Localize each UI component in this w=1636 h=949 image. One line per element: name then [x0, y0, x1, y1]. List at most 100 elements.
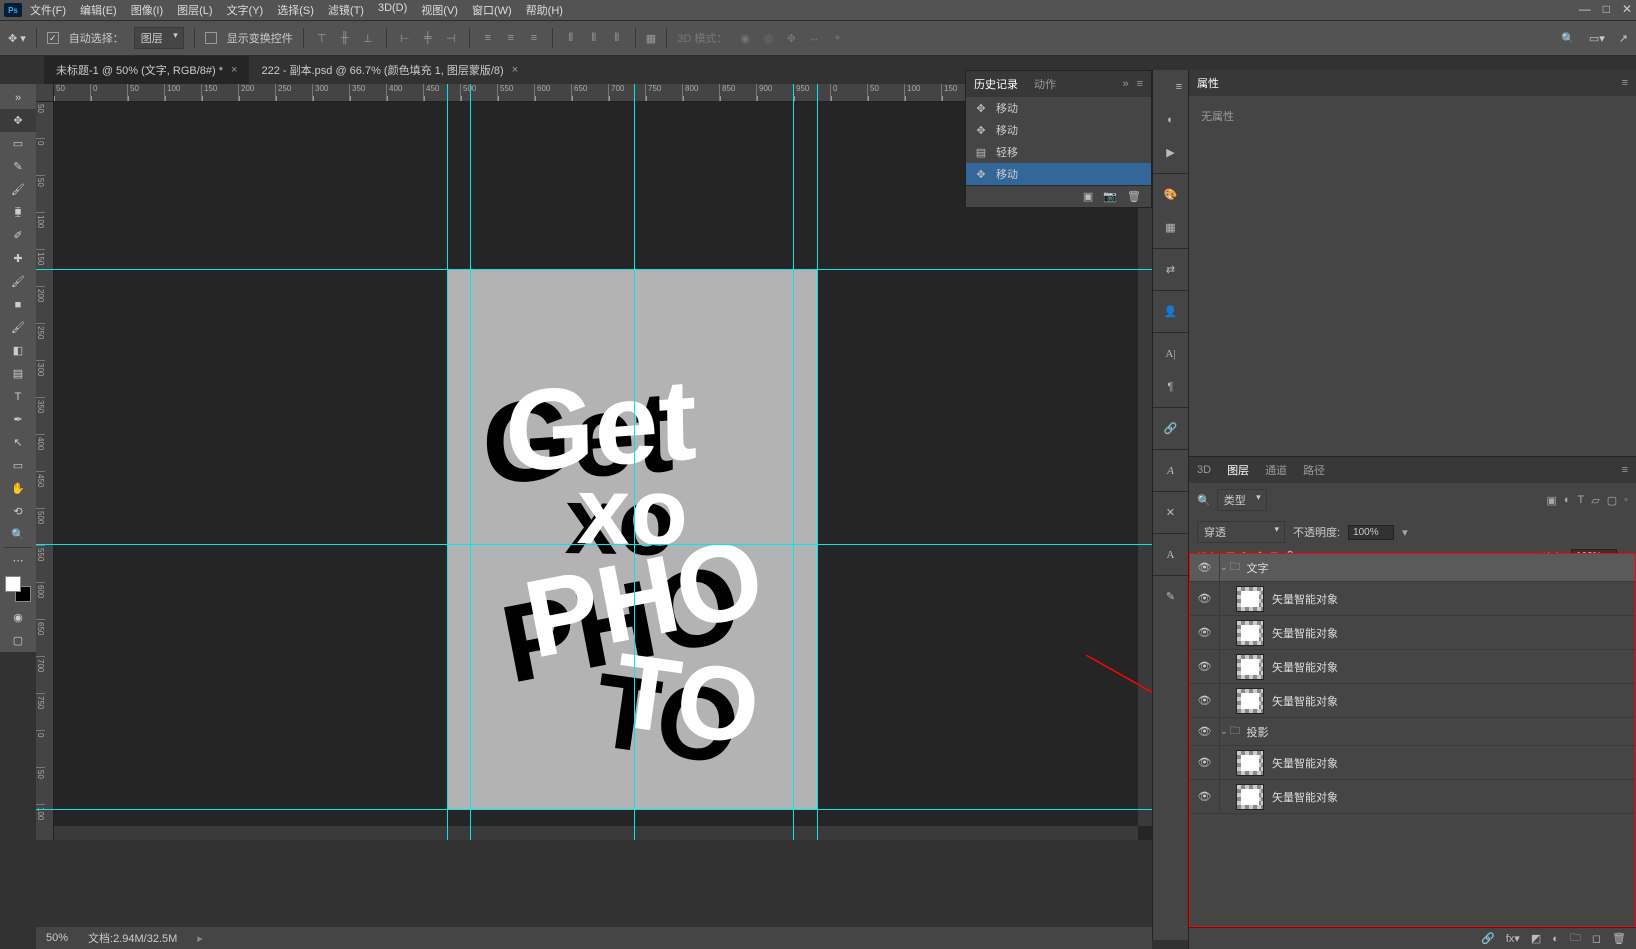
tab-close-icon[interactable]: × — [512, 64, 518, 76]
align-right-icon[interactable]: ⊣ — [443, 30, 459, 46]
layer-name[interactable]: 矢量智能对象 — [1272, 625, 1338, 641]
history-item[interactable]: ✥移动 — [966, 163, 1151, 185]
typekit-icon[interactable]: A — [1153, 538, 1188, 571]
layer-item[interactable]: 👁 矢量智能对象 — [1190, 582, 1635, 616]
visibility-icon[interactable]: 👁 — [1190, 616, 1220, 649]
history-item[interactable]: ▤轻移 — [966, 141, 1151, 163]
guide-h[interactable] — [36, 269, 1152, 270]
screenmode-tool[interactable]: ▢ — [0, 629, 36, 652]
visibility-icon[interactable]: 👁 — [1190, 582, 1220, 615]
menu-image[interactable]: 图像(I) — [131, 2, 163, 18]
rotate-view-tool[interactable]: ⟲ — [0, 500, 36, 523]
snapshot-icon[interactable]: 📷 — [1103, 190, 1117, 203]
dist-2-icon[interactable]: ≡ — [503, 30, 519, 46]
new-layer-icon[interactable]: ◻ — [1592, 932, 1601, 945]
doc-tab-1[interactable]: 未标题-1 @ 50% (文字, RGB/8#) * × — [44, 56, 249, 84]
hand-tool[interactable]: ✋ — [0, 477, 36, 500]
show-transform-checkbox[interactable] — [205, 32, 217, 44]
visibility-icon[interactable]: 👁 — [1190, 650, 1220, 683]
3d-zoom-icon[interactable]: ⌖ — [829, 30, 845, 46]
dist-1-icon[interactable]: ≡ — [480, 30, 496, 46]
status-chevron-icon[interactable]: ▸ — [197, 932, 203, 945]
opacity-input[interactable]: 100% — [1348, 525, 1394, 540]
auto-select-dropdown[interactable]: 图层 — [134, 27, 184, 49]
ruler-origin[interactable] — [36, 84, 54, 102]
filter-pixel-icon[interactable]: ▣ — [1546, 494, 1556, 507]
tab-properties[interactable]: 属性 — [1197, 75, 1219, 91]
tab-history[interactable]: 历史记录 — [974, 76, 1018, 92]
panel-collapse-icon[interactable]: » — [1122, 78, 1128, 90]
para-icon[interactable]: ¶ — [1153, 370, 1188, 403]
minimize-icon[interactable]: — — [1579, 2, 1591, 16]
filter-shape-icon[interactable]: ▱ — [1591, 494, 1599, 507]
layer-group[interactable]: 👁 ⌄ 🗀 投影 — [1190, 718, 1635, 746]
tab-3d[interactable]: 3D — [1197, 464, 1211, 476]
share-icon[interactable]: ↗ — [1619, 32, 1628, 45]
history-item[interactable]: ✥移动 — [966, 119, 1151, 141]
type-tool[interactable]: T — [0, 385, 36, 408]
history-item[interactable]: ✥移动 — [966, 97, 1151, 119]
maximize-icon[interactable]: □ — [1603, 2, 1610, 16]
tab-close-icon[interactable]: × — [231, 64, 237, 76]
play-icon[interactable]: ▶ — [1153, 136, 1188, 169]
link-layers-icon[interactable]: 🔗 — [1481, 932, 1495, 945]
zoom-level[interactable]: 50% — [46, 932, 68, 944]
vertical-ruler[interactable]: 5005010015020025030035040045050055060065… — [36, 102, 54, 840]
guide-v[interactable] — [470, 84, 471, 840]
quickmask-tool[interactable]: ◉ — [0, 606, 36, 629]
menu-select[interactable]: 选择(S) — [277, 2, 314, 18]
brush-panel-icon[interactable]: ✎ — [1153, 580, 1188, 613]
menu-window[interactable]: 窗口(W) — [472, 2, 512, 18]
guide-h[interactable] — [36, 544, 1152, 545]
layer-group[interactable]: 👁 ⌄ 🗀 文字 — [1190, 554, 1635, 582]
gradient-tool[interactable]: ▤ — [0, 362, 36, 385]
panel-menu-icon[interactable]: ≡ — [1153, 70, 1188, 103]
new-doc-from-state-icon[interactable]: ▣ — [1083, 190, 1093, 203]
toolbox-expand-icon[interactable]: » — [0, 86, 36, 109]
heal-tool[interactable]: ✚ — [0, 247, 36, 270]
expand-icon[interactable]: ⌄ — [1220, 562, 1228, 573]
guide-v[interactable] — [793, 84, 794, 840]
menu-layer[interactable]: 图层(L) — [177, 2, 212, 18]
foreground-color[interactable] — [5, 576, 21, 592]
marquee-tool[interactable]: ▭ — [0, 132, 36, 155]
auto-align-icon[interactable]: ▦ — [646, 32, 656, 45]
panel-menu-icon[interactable]: ≡ — [1137, 78, 1143, 90]
shape-tool[interactable]: ▭ — [0, 454, 36, 477]
align-hcenter-icon[interactable]: ╪ — [420, 30, 436, 46]
fx-icon[interactable]: fx▾ — [1506, 932, 1520, 945]
blend-mode-dropdown[interactable]: 穿透 — [1197, 521, 1285, 543]
workspace-icon[interactable]: ▭▾ — [1589, 32, 1605, 45]
expand-icon[interactable]: ⌄ — [1220, 726, 1228, 737]
panel-menu-icon[interactable]: ≡ — [1622, 464, 1628, 476]
glyph-icon[interactable]: A — [1153, 454, 1188, 487]
menu-file[interactable]: 文件(F) — [30, 2, 66, 18]
search-icon[interactable]: 🔍 — [1561, 32, 1575, 45]
vertical-scrollbar[interactable] — [1138, 102, 1152, 826]
history-brush-tool[interactable]: 🖌 — [0, 316, 36, 339]
layer-name[interactable]: 矢量智能对象 — [1272, 755, 1338, 771]
char-icon[interactable]: A| — [1153, 337, 1188, 370]
guide-v[interactable] — [447, 84, 448, 840]
link-icon[interactable]: 🔗 — [1153, 412, 1188, 445]
dist-3-icon[interactable]: ≡ — [526, 30, 542, 46]
eraser-tool[interactable]: ◧ — [0, 339, 36, 362]
eyedropper-tool[interactable]: ✐ — [0, 224, 36, 247]
menu-filter[interactable]: 滤镜(T) — [328, 2, 364, 18]
close-icon[interactable]: ✕ — [1622, 2, 1632, 16]
auto-select-checkbox[interactable]: ✓ — [47, 32, 59, 44]
menu-edit[interactable]: 编辑(E) — [80, 2, 117, 18]
align-left-icon[interactable]: ⊢ — [397, 30, 413, 46]
layer-item[interactable]: 👁 矢量智能对象 — [1190, 616, 1635, 650]
mask-icon[interactable]: ◩ — [1531, 932, 1541, 945]
layer-name[interactable]: 矢量智能对象 — [1272, 659, 1338, 675]
delete-layer-icon[interactable]: 🗑 — [1612, 932, 1626, 945]
doc-tab-2[interactable]: 222 - 副本.psd @ 66.7% (颜色填充 1, 图层蒙版/8) × — [249, 56, 530, 84]
adjustment-icon[interactable]: ◐ — [1552, 933, 1559, 945]
crop-tool[interactable]: ⧯ — [0, 201, 36, 224]
filter-type-icon[interactable]: T — [1577, 494, 1584, 507]
menu-view[interactable]: 视图(V) — [421, 2, 458, 18]
filter-type-dropdown[interactable]: 类型 — [1217, 489, 1267, 511]
visibility-icon[interactable]: 👁 — [1190, 718, 1220, 745]
menu-3d[interactable]: 3D(D) — [378, 2, 407, 18]
